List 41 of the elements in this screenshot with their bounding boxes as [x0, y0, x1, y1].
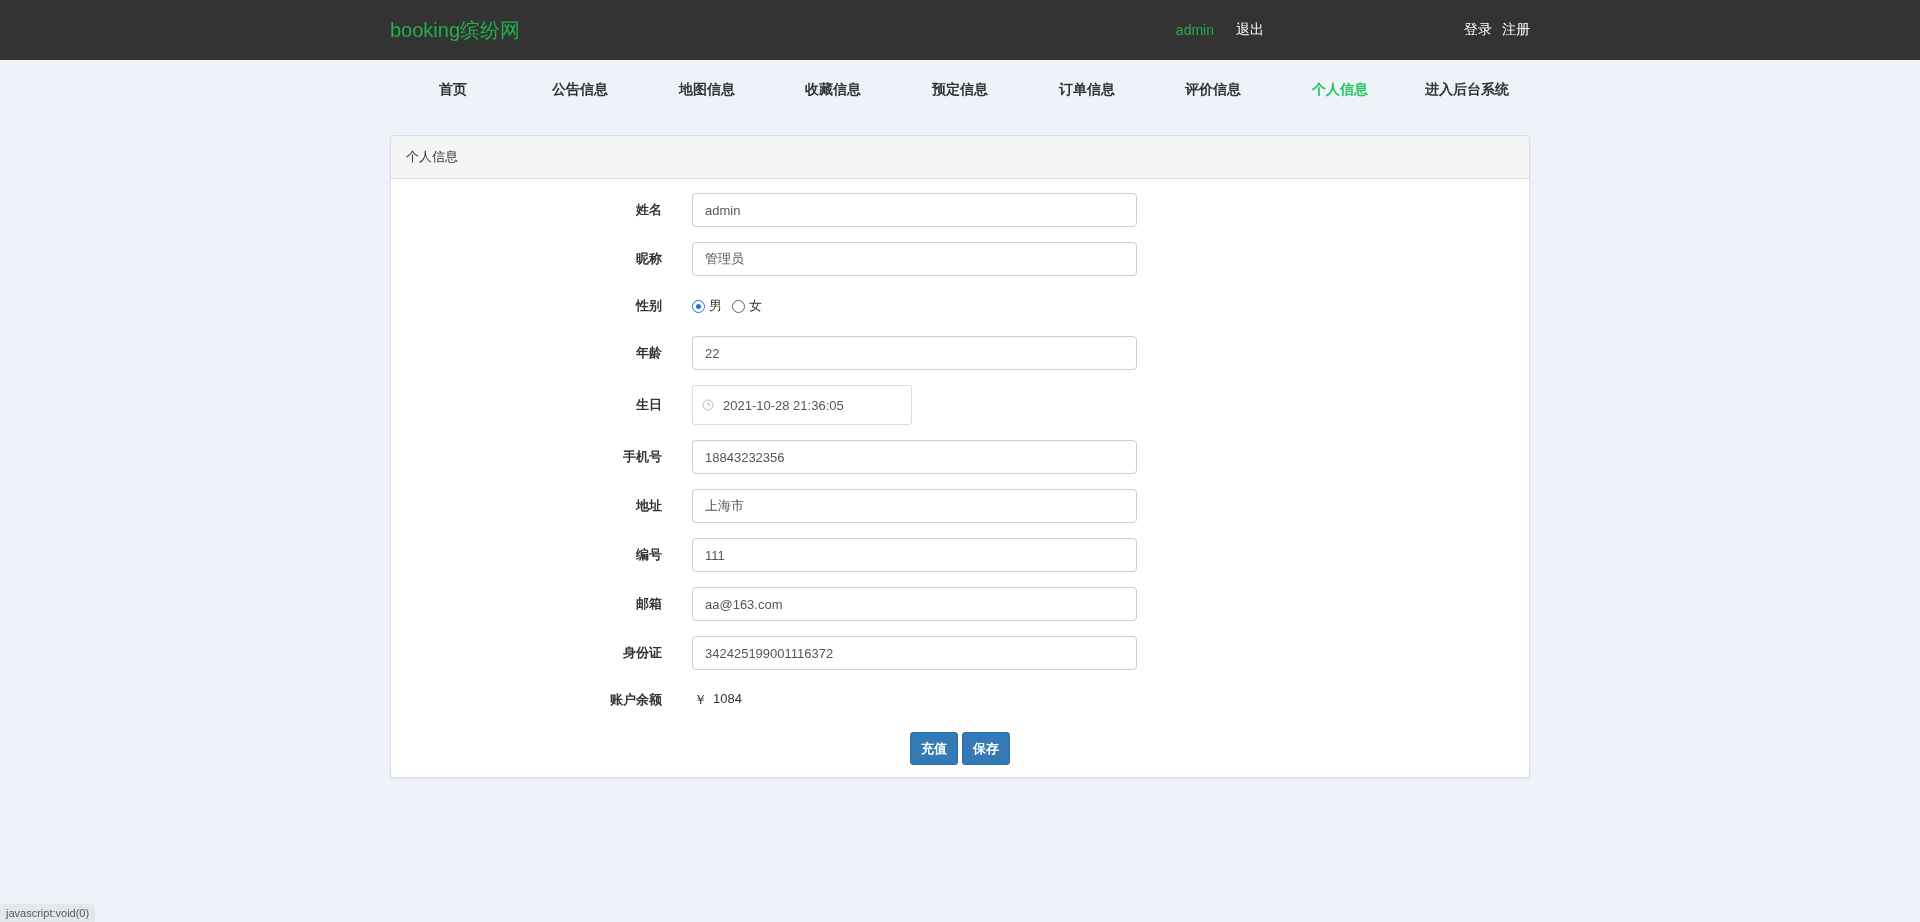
header-link[interactable]: 登录	[1464, 21, 1492, 39]
status-url: javascript:void(0)	[0, 904, 96, 922]
nav-link[interactable]: 收藏信息	[770, 81, 897, 99]
field-label: 姓名	[635, 201, 662, 219]
field-label: 身份证	[622, 644, 662, 662]
field-label: 性别	[634, 297, 662, 315]
site-logo[interactable]: booking缤纷网	[390, 16, 521, 44]
nav-link[interactable]: 评价信息	[1150, 81, 1277, 99]
text-field[interactable]: aa@163.com	[692, 587, 1137, 621]
field-label: 年龄	[635, 344, 662, 362]
field-label: 邮箱	[635, 595, 662, 613]
action-button[interactable]: 保存	[962, 732, 1010, 765]
header-link[interactable]: 注册	[1502, 21, 1530, 39]
text-field[interactable]: 111	[692, 538, 1137, 572]
field-label: 编号	[635, 546, 662, 564]
clock-icon	[702, 399, 714, 411]
nav-link[interactable]: 进入后台系统	[1403, 81, 1530, 99]
nav-link[interactable]: 预定信息	[896, 81, 1024, 99]
text-field[interactable]: 管理员	[692, 242, 1137, 276]
field-label: 地址	[634, 497, 662, 515]
text-field[interactable]: 342425199001116372	[692, 636, 1137, 670]
text-field[interactable]: 18843232356	[692, 440, 1137, 474]
balance-value: ￥ 1084	[693, 691, 743, 709]
nav-link[interactable]: 订单信息	[1023, 81, 1150, 99]
field-label: 手机号	[622, 448, 662, 466]
date-field[interactable]: 2021-10-28 21:36:05	[692, 385, 912, 425]
text-field[interactable]: admin	[692, 193, 1137, 227]
radio-option[interactable]: 女	[732, 297, 762, 315]
field-label: 昵称	[635, 250, 662, 268]
panel-title: 个人信息	[391, 136, 1529, 179]
field-label: 生日	[635, 396, 662, 414]
nav-link[interactable]: 首页	[390, 81, 517, 99]
radio-option[interactable]: 男	[692, 297, 722, 315]
logout-link[interactable]: 退出	[1236, 21, 1264, 39]
text-field[interactable]: 22	[692, 336, 1137, 370]
field-label: 账户余额	[609, 691, 662, 709]
text-field[interactable]: 上海市	[692, 489, 1137, 523]
action-button[interactable]: 充值	[910, 732, 958, 765]
nav-link[interactable]: 公告信息	[516, 81, 644, 99]
username: admin	[1175, 22, 1214, 38]
nav-link[interactable]: 地图信息	[643, 81, 770, 99]
